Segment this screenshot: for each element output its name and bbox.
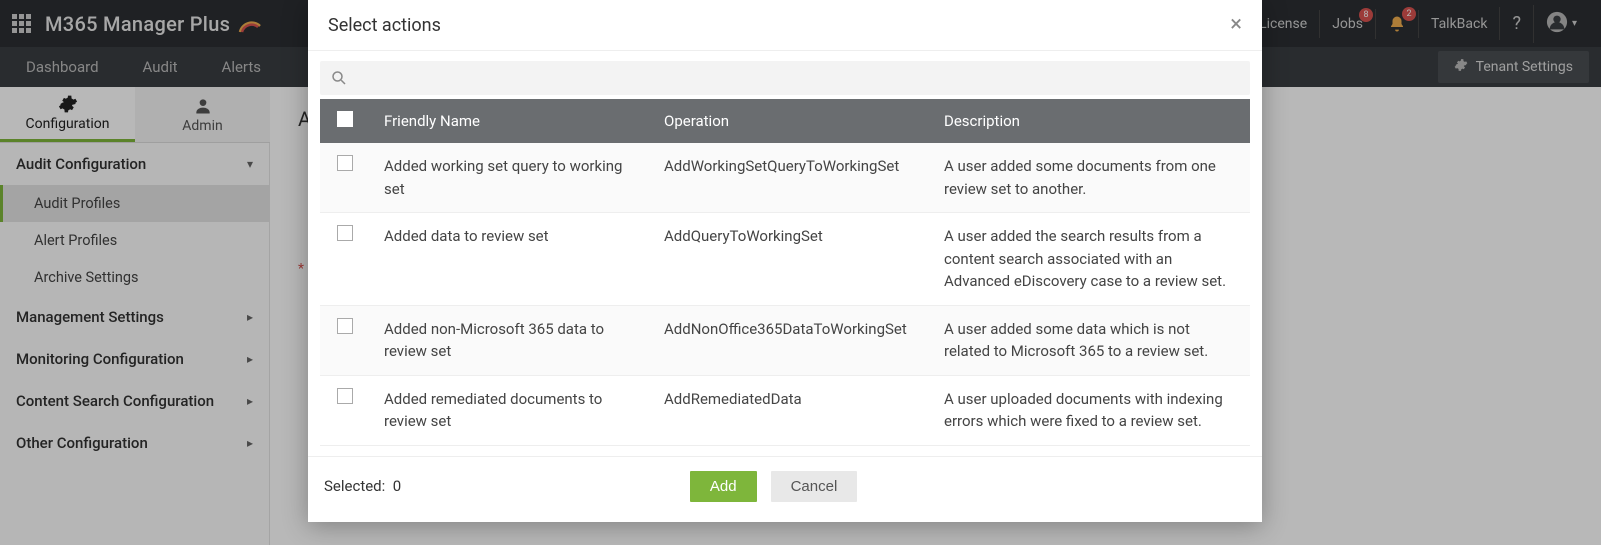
row-friendly-name: Added working set query to working set — [370, 143, 650, 213]
cancel-button[interactable]: Cancel — [771, 471, 858, 502]
table-row: Added remediated documents to review set… — [320, 375, 1250, 445]
select-actions-modal: Select actions × Friendly Name Operation… — [308, 0, 1262, 522]
row-description: A user added the search results from a c… — [930, 213, 1250, 306]
row-description: A user added some data which is not rela… — [930, 305, 1250, 375]
search-icon — [330, 69, 348, 87]
row-operation: AddRemediatedData — [650, 375, 930, 445]
table-row: Added data to review setAddQueryToWorkin… — [320, 213, 1250, 306]
row-friendly-name: Added non-Microsoft 365 data to review s… — [370, 305, 650, 375]
modal-footer: Selected: 0 Add Cancel — [308, 456, 1262, 522]
col-operation: Operation — [650, 99, 930, 143]
row-friendly-name: Added remediated documents to review set — [370, 375, 650, 445]
row-operation: AddWorkingSetQueryToWorkingSet — [650, 143, 930, 213]
row-friendly-name: Added data to review set — [370, 213, 650, 306]
modal-header: Select actions × — [308, 0, 1262, 51]
modal-title: Select actions — [328, 15, 441, 36]
selected-label: Selected: 0 — [324, 477, 401, 495]
search-input[interactable] — [356, 70, 1240, 86]
row-operation: AddQueryToWorkingSet — [650, 213, 930, 306]
search-bar — [320, 61, 1250, 95]
selected-count: 0 — [393, 477, 401, 495]
close-icon[interactable]: × — [1230, 14, 1242, 36]
row-checkbox[interactable] — [337, 155, 353, 171]
actions-table: Friendly Name Operation Description Adde… — [320, 99, 1250, 446]
col-description: Description — [930, 99, 1250, 143]
row-checkbox[interactable] — [337, 318, 353, 334]
row-operation: AddNonOffice365DataToWorkingSet — [650, 305, 930, 375]
table-row: Added working set query to working setAd… — [320, 143, 1250, 213]
add-button[interactable]: Add — [690, 471, 757, 502]
col-friendly-name: Friendly Name — [370, 99, 650, 143]
table-row: Added non-Microsoft 365 data to review s… — [320, 305, 1250, 375]
row-checkbox[interactable] — [337, 225, 353, 241]
select-all-checkbox[interactable] — [337, 111, 353, 127]
row-checkbox[interactable] — [337, 388, 353, 404]
row-description: A user added some documents from one rev… — [930, 143, 1250, 213]
row-description: A user uploaded documents with indexing … — [930, 375, 1250, 445]
